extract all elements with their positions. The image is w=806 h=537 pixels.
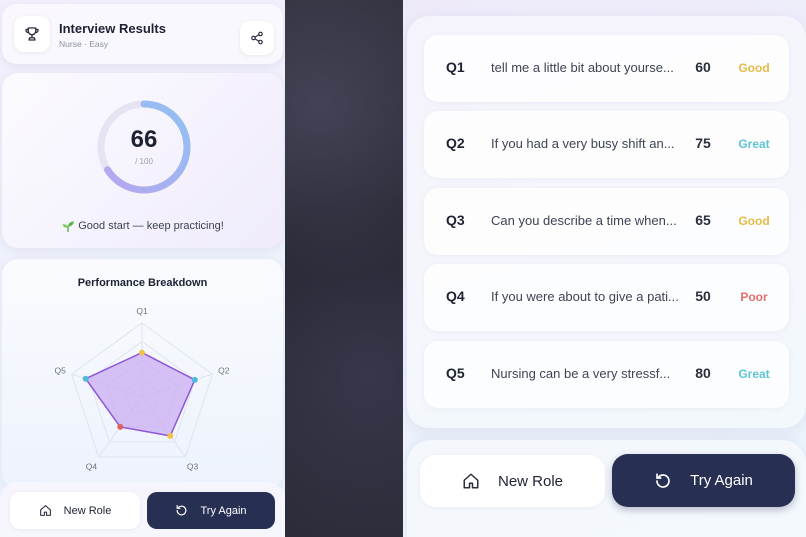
question-number: Q3 <box>446 212 465 228</box>
try-again-button[interactable]: Try Again <box>612 454 795 507</box>
action-bar: New Role Try Again <box>407 440 806 537</box>
question-rating: Great <box>738 367 770 381</box>
question-list: Q1 tell me a little bit about yourse... … <box>407 16 806 428</box>
try-again-label: Try Again <box>690 472 753 489</box>
question-rating: Poor <box>740 290 768 304</box>
question-text: If you were about to give a pati... <box>491 289 679 304</box>
question-score: 50 <box>695 288 711 304</box>
question-row-q2[interactable]: Q2 If you had a very busy shift an... 75… <box>424 111 789 178</box>
question-number: Q1 <box>446 59 465 75</box>
feedback-text: Good start — keep practicing! <box>78 219 224 232</box>
performance-card: Performance Breakdown <box>2 259 283 489</box>
new-role-button[interactable]: New Role <box>420 455 605 507</box>
question-score: 80 <box>695 365 711 381</box>
try-again-button[interactable]: Try Again <box>147 492 275 529</box>
retry-icon <box>177 505 187 516</box>
header-card: Interview Results Nurse · Easy <box>2 4 283 64</box>
performance-title: Performance Breakdown <box>77 277 208 289</box>
trophy-badge <box>14 16 50 52</box>
action-bar-compact: New Role Try Again <box>0 482 285 537</box>
question-score: 75 <box>695 135 711 151</box>
page-subtitle: Nurse · Easy <box>59 39 109 49</box>
question-text: Can you describe a time when... <box>491 213 677 228</box>
share-button[interactable] <box>240 21 274 55</box>
new-role-button[interactable]: New Role <box>10 492 140 529</box>
question-score: 65 <box>695 212 711 228</box>
question-row-q1[interactable]: Q1 tell me a little bit about yourse... … <box>424 35 789 102</box>
question-score: 60 <box>695 59 711 75</box>
question-text: Nursing can be a very stressf... <box>491 366 671 381</box>
try-again-label: Try Again <box>200 504 247 517</box>
new-role-label: New Role <box>497 472 564 490</box>
page-title: Interview Results <box>59 21 166 36</box>
home-icon <box>39 505 51 516</box>
question-number: Q4 <box>446 288 465 304</box>
question-rating: Good <box>738 61 770 75</box>
question-text: tell me a little bit about yourse... <box>491 60 674 75</box>
retry-icon <box>656 472 670 488</box>
share-icon <box>251 31 263 45</box>
question-text: If you had a very busy shift an... <box>491 136 675 151</box>
question-row-q4[interactable]: Q4 If you were about to give a pati... 5… <box>424 264 789 331</box>
question-number: Q5 <box>446 365 465 381</box>
question-rating: Good <box>738 214 770 228</box>
score-card: 66 / 100 Good start — keep practicing! <box>2 73 283 248</box>
question-rating: Great <box>738 137 770 151</box>
results-screen-compact: Interview Results Nurse · Easy 66 / 100 <box>0 0 285 537</box>
trophy-icon <box>25 27 39 41</box>
question-row-q3[interactable]: Q3 Can you describe a time when... 65 Go… <box>424 188 789 255</box>
results-screen-detail: Q1 tell me a little bit about yourse... … <box>403 0 806 537</box>
question-row-q5[interactable]: Q5 Nursing can be a very stressf... 80 G… <box>424 341 789 408</box>
background-divider <box>285 0 403 537</box>
score-max: / 100 <box>135 157 153 166</box>
feedback-message: Good start — keep practicing! <box>2 219 283 233</box>
sprout-icon <box>62 221 75 232</box>
question-number: Q2 <box>446 135 465 151</box>
new-role-label: New Role <box>63 504 112 517</box>
home-icon <box>463 473 479 489</box>
score-value: 66 <box>130 126 158 153</box>
